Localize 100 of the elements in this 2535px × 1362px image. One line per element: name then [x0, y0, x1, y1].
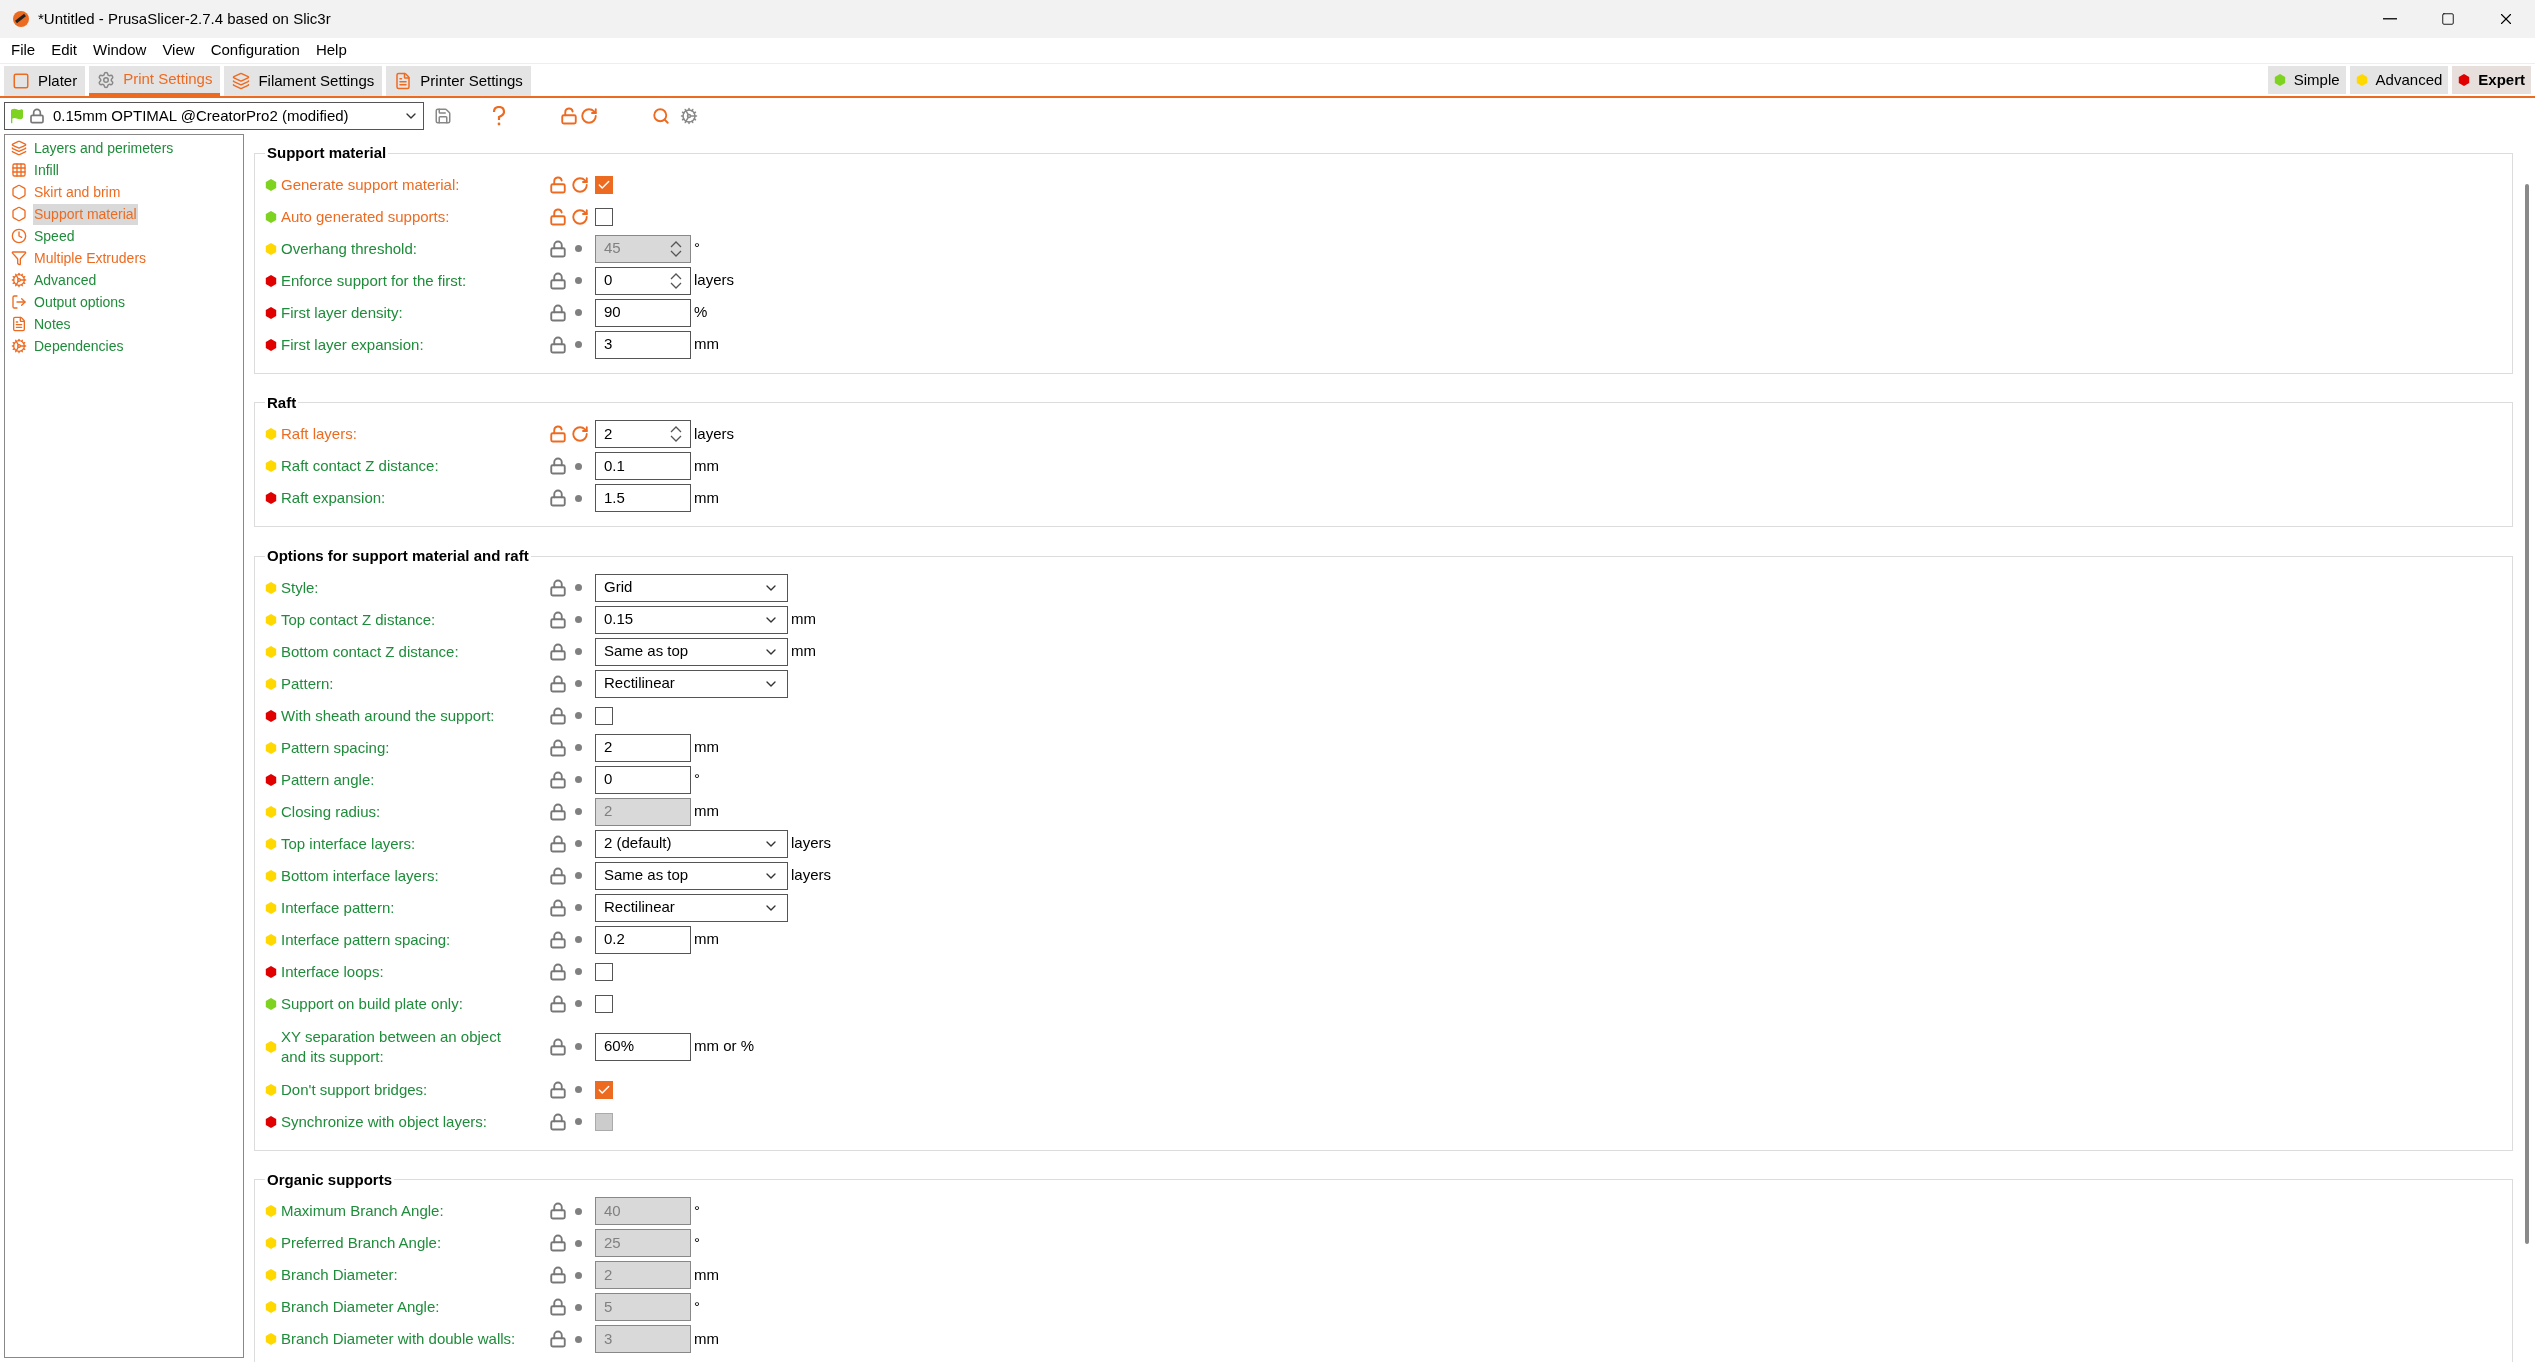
mode-button[interactable]: Advanced	[2349, 66, 2449, 94]
unlocked-lock-icon[interactable]	[549, 425, 567, 443]
unlocked-lock-icon[interactable]	[560, 107, 578, 125]
lock-icon[interactable]	[549, 1234, 567, 1252]
menu-item[interactable]: File	[4, 39, 43, 62]
lock-icon[interactable]	[549, 489, 567, 507]
sidebar-item[interactable]: Infill	[33, 159, 60, 181]
menu-item[interactable]: Window	[86, 39, 154, 62]
dropdown[interactable]: Same as top	[595, 637, 788, 666]
menu-item[interactable]: Edit	[44, 39, 85, 62]
dropdown[interactable]: Rectilinear	[595, 893, 788, 922]
undo-arrow-icon[interactable]	[571, 425, 589, 443]
checkbox[interactable]	[595, 962, 613, 981]
undo-arrow-icon[interactable]	[571, 207, 589, 226]
sidebar-item[interactable]: Speed	[33, 225, 76, 247]
undo-arrow-icon[interactable]	[580, 107, 598, 125]
setting-label: With sheath around the support:	[281, 705, 495, 726]
setting-label: Raft contact Z distance:	[281, 456, 439, 476]
number-field[interactable]: 2	[595, 420, 691, 448]
lock-icon[interactable]	[549, 578, 567, 597]
lock-icon[interactable]	[549, 802, 567, 821]
checkbox[interactable]	[595, 207, 613, 226]
lock-icon[interactable]	[549, 770, 567, 789]
setting-label: Pattern:	[281, 673, 334, 694]
dropdown[interactable]: Rectilinear	[595, 669, 788, 698]
number-field[interactable]: 3	[595, 330, 691, 359]
lock-icon[interactable]	[549, 834, 567, 853]
setting-label: Branch Diameter Angle:	[281, 1297, 440, 1317]
sidebar-item[interactable]: Layers and perimeters	[33, 137, 175, 159]
maximize-icon	[2441, 12, 2455, 26]
lock-icon[interactable]	[549, 1080, 567, 1099]
number-field[interactable]: 0.1	[595, 452, 691, 480]
unit-label: %	[694, 302, 708, 323]
lock-icon[interactable]	[549, 239, 567, 258]
lock-icon[interactable]	[549, 303, 567, 322]
tab[interactable]: Filament Settings	[224, 66, 383, 96]
lock-icon[interactable]	[549, 1112, 567, 1131]
dropdown[interactable]: 2 (default)	[595, 829, 788, 858]
lock-icon[interactable]	[549, 1202, 567, 1220]
number-field[interactable]: 2	[595, 733, 691, 762]
number-field[interactable]: 0.2	[595, 925, 691, 954]
lock-icon[interactable]	[549, 994, 567, 1013]
mode-button[interactable]: Expert	[2452, 66, 2531, 94]
setting-label: Branch Diameter:	[281, 1265, 398, 1285]
setting-label: Top interface layers:	[281, 833, 416, 854]
lock-icon[interactable]	[549, 1037, 567, 1056]
tab[interactable]: Plater	[4, 66, 86, 96]
unlocked-lock-icon[interactable]	[549, 207, 567, 226]
number-field[interactable]: 90	[595, 298, 691, 327]
lock-icon[interactable]	[549, 1298, 567, 1316]
menu-item[interactable]: View	[155, 39, 202, 62]
setting-label: Style:	[281, 577, 319, 598]
number-field[interactable]: 1.5	[595, 484, 691, 512]
lock-icon[interactable]	[549, 335, 567, 354]
search-icon[interactable]	[652, 107, 670, 125]
mode-button[interactable]: Simple	[2267, 66, 2346, 94]
unit-label: mm	[694, 737, 719, 758]
number-field[interactable]: 0	[595, 765, 691, 794]
number-field[interactable]: 60%	[595, 1032, 691, 1061]
setting-label: Enforce support for the first:	[281, 270, 467, 291]
lock-icon[interactable]	[549, 642, 567, 661]
lock-icon[interactable]	[549, 457, 567, 475]
question-mark-icon[interactable]	[492, 106, 506, 126]
lock-icon[interactable]	[549, 674, 567, 693]
menu-item[interactable]: Help	[308, 39, 354, 62]
sidebar-item[interactable]: Notes	[33, 313, 72, 335]
lock-icon[interactable]	[549, 271, 567, 290]
save-icon[interactable]	[434, 107, 452, 125]
unit-label: mm	[694, 334, 719, 355]
spinner-arrows-icon[interactable]	[670, 424, 682, 444]
sidebar-item[interactable]: Advanced	[33, 269, 98, 291]
checkbox[interactable]	[595, 706, 613, 725]
sidebar-item[interactable]: Output options	[33, 291, 127, 313]
setting-label: Closing radius:	[281, 801, 381, 822]
tab[interactable]: Printer Settings	[386, 66, 531, 96]
unit-label: °	[694, 1232, 700, 1253]
lock-icon[interactable]	[549, 706, 567, 725]
number-field[interactable]: 0	[595, 266, 691, 295]
lock-icon[interactable]	[549, 898, 567, 917]
lock-icon[interactable]	[549, 930, 567, 949]
sidebar-item[interactable]: Dependencies	[33, 335, 125, 357]
menu-item[interactable]: Configuration	[203, 39, 307, 62]
lock-icon[interactable]	[549, 610, 567, 629]
setting-label: XY separation between an object and its support:	[281, 1026, 502, 1067]
checkbox[interactable]	[595, 994, 613, 1013]
lock-icon[interactable]	[549, 738, 567, 757]
preset-dropdown[interactable]: 0.15mm OPTIMAL @CreatorPro2 (modified)	[4, 102, 424, 130]
lock-icon[interactable]	[549, 962, 567, 981]
lock-icon[interactable]	[549, 866, 567, 885]
undo-arrow-icon[interactable]	[571, 175, 589, 194]
scrollbar[interactable]	[2525, 184, 2529, 1244]
checkbox[interactable]	[595, 175, 613, 194]
dropdown[interactable]: 0.15	[595, 605, 788, 634]
setting-label: Pattern spacing:	[281, 737, 390, 758]
lock-icon[interactable]	[549, 1266, 567, 1284]
lock-icon[interactable]	[549, 1330, 567, 1348]
unlocked-lock-icon[interactable]	[549, 175, 567, 194]
dropdown[interactable]: Same as top	[595, 861, 788, 890]
checkbox[interactable]	[595, 1080, 613, 1099]
dropdown[interactable]: Grid	[595, 573, 788, 602]
